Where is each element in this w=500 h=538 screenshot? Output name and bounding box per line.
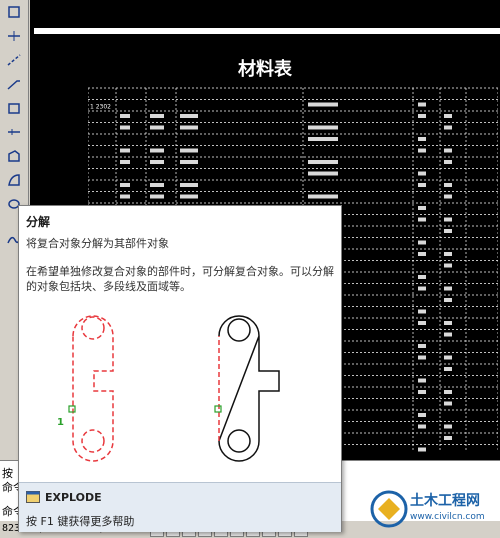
tooltip-description: 在希望单独修改复合对象的部件时，可分解复合对象。可以分解的对象包括块、多段线及面… [26, 265, 334, 293]
table-cell-mark [444, 160, 452, 164]
table-cell-mark [180, 194, 198, 199]
table-cell-mark [180, 148, 198, 153]
table-cell-mark [150, 194, 164, 199]
help-hint: 按 F1 键获得更多帮助 [26, 515, 135, 528]
explode-tooltip: 分解 将复合对象分解为其部件对象 在希望单独修改复合对象的部件时，可分解复合对象… [18, 205, 342, 532]
table-cell-mark [418, 355, 426, 360]
table-cell-mark [444, 263, 452, 268]
table-cell-mark [308, 125, 338, 130]
grip-label: 1 [57, 417, 64, 428]
table-cell-mark [418, 275, 426, 279]
table-cell-mark [150, 114, 164, 118]
table-cell-mark [444, 286, 452, 291]
table-cell-mark [418, 137, 426, 141]
table-cell-mark [444, 401, 452, 406]
table-cell-mark [120, 125, 130, 130]
circle-icon[interactable] [4, 170, 24, 190]
table-cell-mark [444, 424, 452, 429]
table-cell-mark [150, 125, 164, 130]
table-cell-mark [444, 114, 452, 118]
table-cell-mark [308, 160, 338, 164]
table-cell-mark [308, 171, 338, 176]
table-cell-mark [444, 436, 452, 440]
material-table-title: 材料表 [238, 59, 292, 80]
table-cell-mark [180, 160, 198, 164]
arc-icon[interactable] [4, 146, 24, 166]
table-cell-mark [418, 183, 426, 187]
line-icon[interactable] [4, 26, 24, 46]
polyline-icon[interactable] [4, 2, 24, 22]
command-name: EXPLODE [45, 491, 102, 504]
table-cell-mark [444, 332, 452, 337]
table-cell-mark [444, 217, 452, 222]
table-cell-mark [444, 355, 452, 360]
table-cell-mark [444, 298, 452, 302]
table-cell-mark [418, 378, 426, 383]
table-cell-mark [120, 183, 130, 187]
table-cell-mark [150, 148, 164, 153]
title-block-rule [34, 28, 500, 34]
table-cell-mark [444, 321, 452, 325]
table-cell-mark [120, 114, 130, 118]
table-cell-mark [444, 367, 452, 371]
watermark-url: www.civilcn.com [410, 512, 485, 522]
tooltip-subtitle: 将复合对象分解为其部件对象 [26, 237, 169, 250]
logo-icon [370, 490, 408, 528]
rectangle-icon[interactable] [4, 122, 24, 142]
table-cell-mark [418, 424, 426, 429]
xline-icon[interactable] [4, 50, 24, 70]
table-cell-mark [418, 102, 426, 107]
table-cell-mark [308, 137, 338, 141]
table-cell-mark [418, 447, 426, 452]
explode-icon [26, 491, 40, 503]
table-cell-mark [418, 286, 426, 291]
table-cell-mark [418, 114, 426, 118]
table-cell-mark [180, 114, 198, 118]
table-cell-mark [180, 125, 198, 130]
table-cell-mark [418, 217, 426, 222]
table-cell-mark [418, 321, 426, 325]
ray-icon[interactable] [4, 74, 24, 94]
table-cell-mark [120, 148, 130, 153]
grip-marker [68, 405, 76, 413]
table-cell-mark [418, 240, 426, 245]
explode-illustration: 1 [57, 315, 280, 462]
table-cell-mark [444, 148, 452, 153]
table-cell-mark [418, 413, 426, 417]
table-first-row-label: 1 2302 [90, 104, 111, 111]
watermark-logo: 土木工程网 www.civilcn.com [368, 490, 498, 530]
table-cell-mark [180, 183, 198, 187]
table-cell-mark [418, 252, 426, 256]
table-cell-mark [418, 309, 426, 314]
table-cell-mark [444, 125, 452, 130]
table-cell-mark [444, 194, 452, 199]
table-cell-mark [418, 148, 426, 153]
table-cell-mark [120, 194, 130, 199]
table-cell-mark [444, 183, 452, 187]
table-cell-mark [150, 183, 164, 187]
table-cell-mark [418, 206, 426, 210]
table-cell-mark [120, 160, 130, 164]
table-cell-mark [418, 344, 426, 348]
table-cell-mark [444, 390, 452, 394]
polygon-icon[interactable] [4, 98, 24, 118]
tooltip-footer: EXPLODE 按 F1 键获得更多帮助 [19, 482, 341, 532]
tooltip-title: 分解 [26, 215, 51, 229]
table-cell-mark [150, 160, 164, 164]
after-object [218, 315, 280, 462]
table-cell-mark [418, 171, 426, 176]
table-cell-mark [418, 390, 426, 394]
table-cell-mark [444, 229, 452, 233]
watermark-name: 土木工程网 [410, 493, 480, 509]
table-cell-mark [444, 252, 452, 256]
table-cell-mark [308, 102, 338, 107]
table-cell-mark [308, 194, 338, 199]
before-object [72, 315, 114, 462]
